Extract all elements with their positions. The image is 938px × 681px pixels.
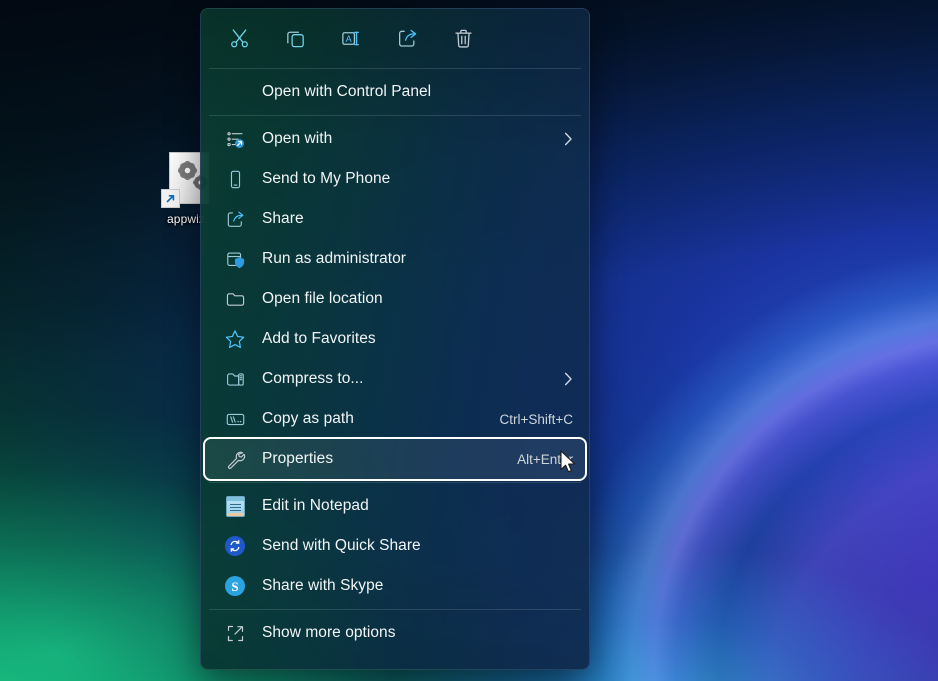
add-to-favorites-label: Add to Favorites bbox=[262, 330, 376, 347]
gear-icon bbox=[179, 162, 196, 179]
chevron-right-icon bbox=[563, 372, 585, 386]
chevron-right-icon bbox=[563, 132, 585, 146]
open-with-icon bbox=[215, 129, 255, 150]
edit-in-notepad-item[interactable]: Edit in Notepad bbox=[205, 486, 585, 526]
context-menu-toolbar: A bbox=[201, 9, 589, 68]
default-action-group: Open with Control Panel bbox=[201, 69, 589, 115]
show-more-options-label: Show more options bbox=[262, 624, 396, 641]
rename-button[interactable]: A bbox=[323, 19, 379, 59]
open-with-control-panel-item[interactable]: Open with Control Panel bbox=[205, 72, 585, 112]
primary-actions-group: Open with Send to My Phone Share Run as … bbox=[201, 116, 589, 482]
compress-to-item[interactable]: Compress to... bbox=[205, 359, 585, 399]
copy-button[interactable] bbox=[267, 19, 323, 59]
wrench-icon bbox=[215, 449, 255, 470]
properties-label: Properties bbox=[262, 450, 334, 467]
share-with-skype-label: Share with Skype bbox=[262, 577, 384, 594]
folder-icon bbox=[215, 289, 255, 310]
delete-button[interactable] bbox=[435, 19, 491, 59]
share-label: Share bbox=[262, 210, 304, 227]
open-file-location-label: Open file location bbox=[262, 290, 383, 307]
open-with-label: Open with bbox=[262, 130, 333, 147]
file-context-menu[interactable]: A Open with Control Panel Open with Send… bbox=[200, 8, 590, 670]
send-to-my-phone-label: Send to My Phone bbox=[262, 170, 391, 187]
show-more-options-item[interactable]: Show more options bbox=[205, 613, 585, 653]
run-as-administrator-label: Run as administrator bbox=[262, 250, 407, 267]
open-with-item[interactable]: Open with bbox=[205, 119, 585, 159]
send-with-quick-share-item[interactable]: Send with Quick Share bbox=[205, 526, 585, 566]
share-button[interactable] bbox=[379, 19, 435, 59]
run-as-administrator-item[interactable]: Run as administrator bbox=[205, 239, 585, 279]
copy-path-icon bbox=[215, 409, 255, 430]
legacy-group: Show more options bbox=[201, 610, 589, 656]
skype-icon: S bbox=[215, 576, 255, 596]
send-with-quick-share-label: Send with Quick Share bbox=[262, 537, 421, 554]
open-with-control-panel-label: Open with Control Panel bbox=[262, 83, 432, 100]
phone-icon bbox=[215, 169, 255, 190]
notepad-icon bbox=[215, 495, 255, 517]
cut-button[interactable] bbox=[211, 19, 267, 59]
properties-shortcut: Alt+Enter bbox=[517, 451, 573, 467]
svg-text:A: A bbox=[345, 34, 352, 44]
open-file-location-item[interactable]: Open file location bbox=[205, 279, 585, 319]
copy-as-path-item[interactable]: Copy as path Ctrl+Shift+C bbox=[205, 399, 585, 439]
properties-item[interactable]: Properties Alt+Enter bbox=[203, 437, 587, 481]
shortcut-arrow-overlay bbox=[161, 189, 180, 208]
show-more-icon bbox=[215, 623, 255, 644]
compress-to-label: Compress to... bbox=[262, 370, 364, 387]
compress-folder-icon bbox=[215, 369, 255, 390]
share-icon bbox=[215, 209, 255, 230]
star-icon bbox=[215, 328, 255, 350]
share-with-skype-item[interactable]: S Share with Skype bbox=[205, 566, 585, 606]
app-actions-group: Edit in Notepad Send with Quick Share S … bbox=[201, 483, 589, 609]
share-item[interactable]: Share bbox=[205, 199, 585, 239]
quick-share-icon bbox=[215, 536, 255, 556]
send-to-my-phone-item[interactable]: Send to My Phone bbox=[205, 159, 585, 199]
add-to-favorites-item[interactable]: Add to Favorites bbox=[205, 319, 585, 359]
copy-as-path-label: Copy as path bbox=[262, 410, 354, 427]
edit-in-notepad-label: Edit in Notepad bbox=[262, 497, 369, 514]
copy-as-path-shortcut: Ctrl+Shift+C bbox=[499, 411, 573, 427]
shield-window-icon bbox=[215, 249, 255, 270]
